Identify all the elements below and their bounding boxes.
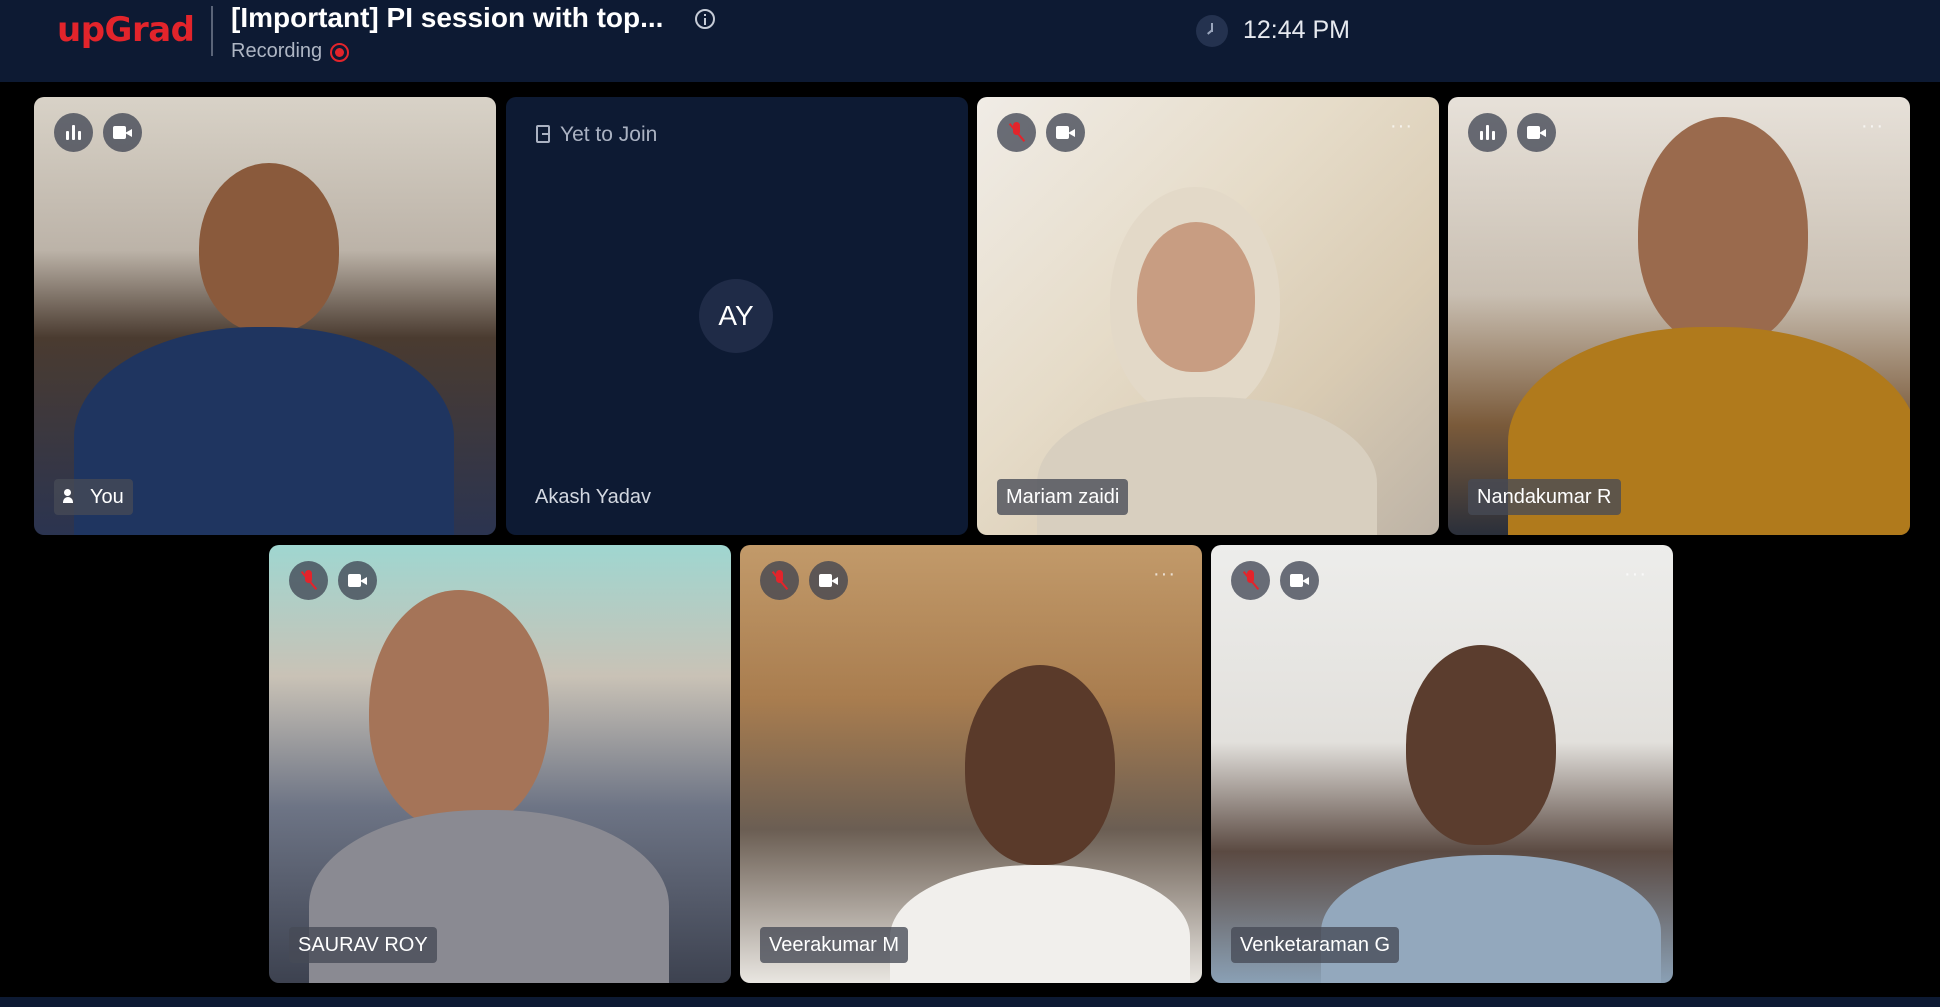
participant-tile-veerakumar-m[interactable]: ··· Veerakumar M xyxy=(740,545,1202,983)
mic-off-icon xyxy=(1008,122,1026,143)
video-feed-body xyxy=(1321,855,1661,983)
audio-level-button[interactable] xyxy=(54,113,93,152)
participant-name-tag: You xyxy=(54,479,133,515)
video-feed-face xyxy=(1137,222,1255,372)
clock-icon xyxy=(1196,15,1228,47)
join-status: Yet to Join xyxy=(536,123,657,147)
mic-button[interactable] xyxy=(1231,561,1270,600)
participant-tile-akash-yadav[interactable]: Yet to Join AY Akash Yadav xyxy=(506,97,968,535)
video-feed-body xyxy=(890,865,1190,983)
participant-name: Venketaraman G xyxy=(1231,927,1400,963)
camera-button[interactable] xyxy=(103,113,142,152)
join-status-label: Yet to Join xyxy=(560,123,658,146)
header-divider xyxy=(211,6,213,56)
audio-level-icon xyxy=(1480,125,1495,140)
upgrad-logo: upGrad xyxy=(57,10,195,50)
camera-icon xyxy=(1056,126,1075,139)
participant-tile-saurav-roy[interactable]: SAURAV ROY xyxy=(269,545,731,983)
mic-off-icon xyxy=(771,570,789,591)
mic-button[interactable] xyxy=(289,561,328,600)
camera-button[interactable] xyxy=(1517,113,1556,152)
camera-button[interactable] xyxy=(1046,113,1085,152)
avatar: AY xyxy=(699,279,773,353)
video-feed xyxy=(965,665,1115,865)
meeting-clock: 12:44 PM xyxy=(1243,16,1351,44)
video-feed xyxy=(1638,117,1808,347)
camera-icon xyxy=(1290,574,1309,587)
camera-button[interactable] xyxy=(809,561,848,600)
video-feed xyxy=(369,590,549,830)
video-feed xyxy=(1406,645,1556,845)
participant-tile-mariam-zaidi[interactable]: ··· Mariam zaidi xyxy=(977,97,1439,535)
participant-name: You xyxy=(90,486,124,508)
participant-name: Akash Yadav xyxy=(535,486,652,508)
participant-tile-nandakumar-r[interactable]: ··· Nandakumar R xyxy=(1448,97,1910,535)
camera-icon xyxy=(113,126,132,139)
participant-tile-you[interactable]: You xyxy=(34,97,496,535)
camera-icon xyxy=(1527,126,1546,139)
participant-name: Veerakumar M xyxy=(760,927,909,963)
user-icon xyxy=(63,489,81,505)
more-icon[interactable]: ··· xyxy=(1153,564,1176,584)
mic-button[interactable] xyxy=(997,113,1036,152)
camera-button[interactable] xyxy=(338,561,377,600)
more-icon[interactable]: ··· xyxy=(1624,564,1647,584)
participant-tile-venketaraman-g[interactable]: ··· Venketaraman G xyxy=(1211,545,1673,983)
recording-icon xyxy=(330,43,349,62)
participant-name: Mariam zaidi xyxy=(997,479,1129,515)
participant-name: Nandakumar R xyxy=(1468,479,1621,515)
audio-level-icon xyxy=(66,125,81,140)
recording-label: Recording xyxy=(231,40,323,62)
mic-button[interactable] xyxy=(760,561,799,600)
mic-off-icon xyxy=(1242,570,1260,591)
bottom-bar xyxy=(0,997,1940,1007)
audio-level-button[interactable] xyxy=(1468,113,1507,152)
camera-icon xyxy=(348,574,367,587)
meeting-header: upGrad [Important] PI session with top..… xyxy=(0,0,1940,82)
more-icon[interactable]: ··· xyxy=(1861,116,1884,136)
info-icon[interactable] xyxy=(695,9,715,29)
participant-name: SAURAV ROY xyxy=(289,927,437,963)
camera-button[interactable] xyxy=(1280,561,1319,600)
mic-off-icon xyxy=(300,570,318,591)
video-feed xyxy=(199,163,339,333)
exit-icon xyxy=(536,125,550,143)
more-icon[interactable]: ··· xyxy=(1390,116,1413,136)
camera-icon xyxy=(819,574,838,587)
meeting-title: [Important] PI session with top... xyxy=(231,2,664,33)
